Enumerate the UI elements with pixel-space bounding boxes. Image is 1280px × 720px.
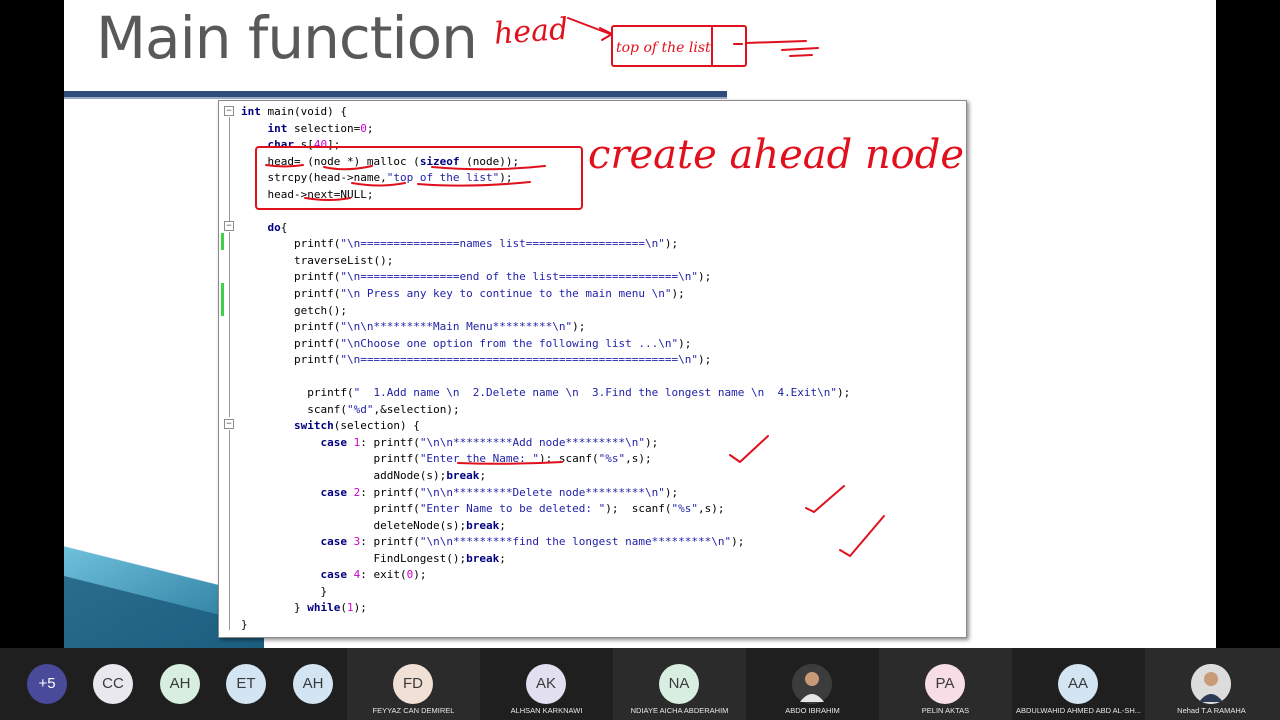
participant-name: PELIN AKTAS — [921, 706, 970, 715]
code-content[interactable]: int main(void) { int selection=0; char s… — [241, 104, 850, 634]
participant-name: ABDO IBRAHIM — [785, 706, 840, 715]
participant-tile[interactable]: AA ABDULWAHID AHMED ABD AL-SH... — [1012, 648, 1145, 720]
participant-name: ALHSAN KARKNAWI — [510, 706, 583, 715]
code-editor-window: − − − int main(void) { int selection=0; … — [218, 100, 967, 638]
participant-name: Nehad T.A RAMAHA — [1177, 706, 1246, 715]
participant-name: FEYYAZ CAN DEMIREL — [372, 706, 455, 715]
code-line: printf("\nChoose one option from the fol… — [241, 336, 692, 350]
person-photo-icon — [1191, 664, 1231, 704]
participant-avatar[interactable]: ET — [226, 664, 266, 704]
code-line: printf("\n\n*********Main Menu*********\… — [241, 320, 586, 334]
code-line: do{ — [267, 220, 288, 234]
title-underline-thin — [64, 97, 727, 99]
participant-avatar[interactable]: AH — [160, 664, 200, 704]
code-line: } — [241, 617, 248, 631]
code-line: printf("\n==============================… — [241, 353, 712, 367]
fold-guide — [229, 430, 230, 630]
code-line: traverseList(); — [241, 253, 394, 267]
participant-strip: +5 CC AH ET AH FD FEYYAZ CAN DEMIREL AK ALHSAN K… — [0, 648, 1280, 720]
participant-photo — [792, 664, 832, 704]
code-line: int selection=0; — [267, 121, 374, 135]
participant-tile[interactable]: ABDO IBRAHIM — [746, 648, 879, 720]
code-line: case 2: printf("\n\n*********Delete node… — [320, 485, 679, 499]
code-line: switch(selection) { — [293, 419, 420, 433]
code-line: head= (node *) malloc (sizeof (node)); — [241, 154, 520, 168]
participant-name: ABDULWAHID AHMED ABD AL-SH... — [1015, 706, 1142, 715]
change-marker — [221, 233, 224, 250]
participant-avatar: AA — [1058, 664, 1098, 704]
participant-tile[interactable]: AK ALHSAN KARKNAWI — [480, 648, 613, 720]
meeting-screen: Main function − − − int main(void) {int… — [0, 0, 1280, 720]
code-line: addNode(s);break; — [241, 469, 487, 483]
participant-photo — [1191, 664, 1231, 704]
code-line: printf("Enter the Name: "); scanf("%s",s… — [241, 452, 652, 466]
code-line: deleteNode(s);break; — [241, 518, 506, 532]
participant-tile[interactable]: NA NDIAYE AICHA ABDERAHIM — [613, 648, 746, 720]
participant-avatar: AK — [526, 664, 566, 704]
participant-avatar[interactable]: CC — [93, 664, 133, 704]
fold-toggle-icon[interactable]: − — [224, 419, 234, 429]
fold-guide — [229, 117, 230, 223]
code-line: printf("\n Press any key to continue to … — [241, 287, 685, 301]
code-line: } while(1); — [241, 601, 367, 615]
code-line: case 1: printf("\n\n*********Add node***… — [320, 435, 659, 449]
fold-toggle-icon[interactable]: − — [224, 221, 234, 231]
code-line: printf(" 1.Add name \n 2.Delete name \n … — [241, 386, 851, 400]
slide-title: Main function — [96, 4, 478, 72]
code-line: printf("\n===============names list=====… — [241, 237, 679, 251]
code-line: FindLongest();break; — [241, 551, 506, 565]
fold-guide — [229, 232, 230, 417]
participant-avatar[interactable]: +5 — [27, 664, 67, 704]
participant-avatar: NA — [659, 664, 699, 704]
code-line: } — [241, 584, 328, 598]
participant-tile[interactable]: FD FEYYAZ CAN DEMIREL — [347, 648, 480, 720]
participant-avatar: FD — [393, 664, 433, 704]
participant-avatar: PA — [925, 664, 965, 704]
change-marker — [221, 283, 224, 316]
code-line: printf("\n===============end of the list… — [241, 270, 712, 284]
person-photo-icon — [792, 664, 832, 704]
code-line: head->next=NULL; — [241, 187, 374, 201]
participant-tile[interactable]: PA PELIN AKTAS — [879, 648, 1012, 720]
editor-gutter: − − − — [219, 101, 237, 637]
presentation-slide: Main function − − − int main(void) {int… — [64, 0, 1216, 648]
code-line: getch(); — [241, 303, 347, 317]
code-line: strcpy(head->name,"top of the list"); — [241, 171, 513, 185]
code-line: char s[40]; — [267, 138, 341, 152]
code-line: scanf("%d",&selection); — [241, 402, 460, 416]
participant-avatar[interactable]: AH — [293, 664, 333, 704]
participant-tile[interactable]: Nehad T.A RAMAHA — [1145, 648, 1280, 720]
code-line: int main(void) { — [241, 105, 347, 118]
fold-toggle-icon[interactable]: − — [224, 106, 234, 116]
code-line: case 3: printf("\n\n*********find the lo… — [320, 535, 745, 549]
code-line: printf("Enter Name to be deleted: "); sc… — [241, 502, 725, 516]
code-line: case 4: exit(0); — [320, 568, 427, 582]
participant-name: NDIAYE AICHA ABDERAHIM — [630, 706, 729, 715]
